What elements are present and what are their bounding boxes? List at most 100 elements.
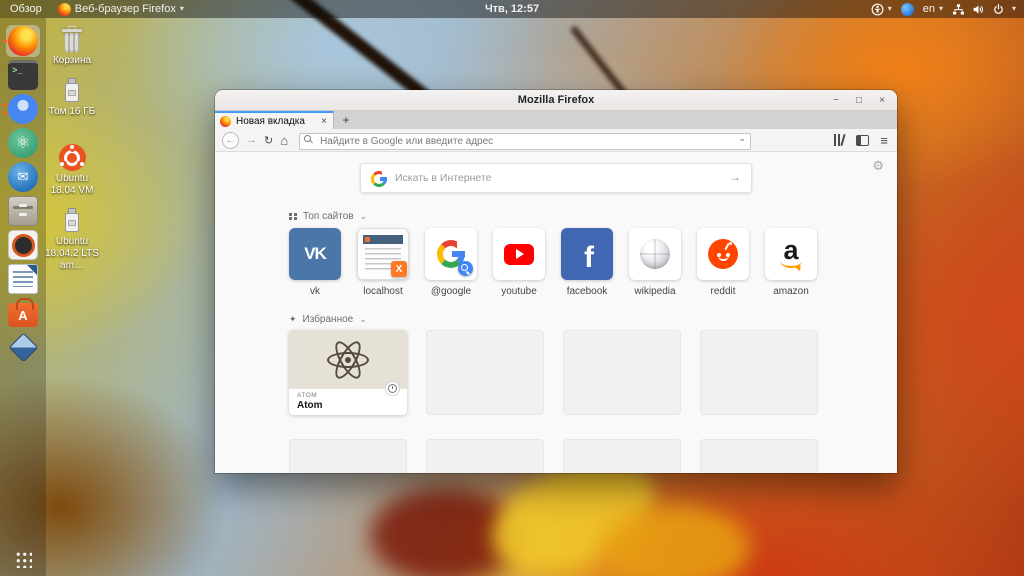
topsite-tile-amazon[interactable]: a [765,228,817,280]
files-icon [8,196,38,226]
maximize-button[interactable]: □ [852,94,866,108]
running-indicator [3,110,7,115]
topsite-tile-reddit[interactable] [697,228,749,280]
keyboard-layout-menu[interactable]: en ▾ [923,3,943,15]
rhythmbox-icon [8,230,38,260]
show-applications-button[interactable] [0,546,46,572]
tab-bar: Новая вкладка × + [215,111,897,129]
highlights-header-label: Избранное [302,314,354,325]
system-menu[interactable]: ▾ [952,3,1016,16]
topsite-tile-localhost[interactable]: X [357,228,409,280]
xampp-icon: X [391,261,407,277]
dock-item-rhythmbox[interactable] [3,228,43,262]
topsites-grid-icon [289,212,297,221]
chevron-down-icon: ▾ [1011,4,1016,13]
clock[interactable]: Чтв, 12:57 [485,3,539,15]
dock-item-thunderbird[interactable]: ✉ [3,160,43,194]
card-domain: ATOM [297,392,318,399]
reload-button[interactable]: ↻ [264,134,273,147]
empty-card [700,330,818,415]
trash-icon [60,26,84,53]
topsite-tile-facebook[interactable]: f [561,228,613,280]
empty-card [289,439,407,473]
google-logo-icon [371,171,387,187]
accessibility-menu[interactable]: ▾ [871,3,892,16]
dock-item-libreoffice-writer[interactable] [3,262,43,296]
empty-card [426,330,544,415]
desktop-icon-ubuntu-iso[interactable]: Ubuntu 18.04.2 LTS am… [44,208,100,271]
highlight-card-atom[interactable]: ATOM Atom [289,330,407,415]
history-badge-icon [385,381,400,396]
search-icon [304,134,312,142]
card-title: Atom [297,400,323,411]
topsite-label: vk [310,286,320,297]
running-indicator [3,103,7,108]
tab-close-icon[interactable]: × [320,116,328,127]
tab-new-tab[interactable]: Новая вкладка × [215,111,334,129]
highlights-section-header[interactable]: ✦ Избранное ⌄ [289,314,367,325]
sidebar-icon[interactable] [856,134,870,146]
status-orb-icon[interactable] [900,2,914,16]
chromium-icon [8,94,38,124]
dock-item-atom[interactable]: ⚛ [3,126,43,160]
chevron-down-icon: ▾ [938,4,943,13]
reddit-icon [708,239,738,269]
terminal-icon: >_ [8,60,38,90]
running-indicator [3,39,7,43]
dock-item-files[interactable] [3,194,43,228]
forward-button[interactable]: → [246,134,257,146]
dock-item-chromium[interactable] [3,92,43,126]
wallpaper-leaf [600,505,750,576]
topsite-tile-youtube[interactable] [493,228,545,280]
empty-card [563,330,681,415]
newtab-search-input[interactable] [395,164,715,192]
dock: >_ ⚛ ✉ A [0,18,46,576]
chevron-down-icon: ▾ [887,4,892,13]
topsite-label: facebook [566,286,608,297]
network-icon [952,3,965,15]
tab-title: Новая вкладка [236,115,305,127]
dock-item-firefox[interactable] [3,24,43,58]
card-thumbnail [289,330,407,389]
window-titlebar[interactable]: Mozilla Firefox − □ × [215,90,897,111]
desktop-icon-trash[interactable]: Корзина [44,26,100,67]
desktop-icon-volume[interactable]: Том 16 ГБ [44,78,100,118]
atom-logo-icon [326,337,370,382]
urlbar-dropdown-icon[interactable]: ⌄ [739,133,747,144]
navigation-toolbar: ← → ↻ ⌂ ⌄ ≡ [215,129,897,152]
desktop-icon-ubuntu-vm[interactable]: Ubuntu 18.04 VM [44,144,100,197]
topsites-section-header[interactable]: Топ сайтов ⌄ [289,211,367,222]
dock-item-virtualbox[interactable] [3,330,43,364]
home-button[interactable]: ⌂ [280,133,288,148]
dock-item-terminal[interactable]: >_ [3,58,43,92]
libreoffice-writer-icon [8,264,38,294]
topsite-tile-vk[interactable]: VK [289,228,341,280]
power-icon [994,3,1003,14]
firefox-window: Mozilla Firefox − □ × Новая вкладка × + … [215,90,897,473]
empty-card [700,439,818,473]
highlights-icon: ✦ [289,314,297,324]
usb-drive-icon [64,78,80,104]
library-icon[interactable] [833,133,847,147]
new-tab-page: ⚙ → Топ сайтов ⌄ VK X f a [215,152,897,473]
topsite-label: wikipedia [634,286,676,297]
search-submit-icon[interactable]: → [729,170,741,184]
topsite-label: localhost [363,286,403,297]
close-button[interactable]: × [875,94,889,108]
topsite-tile-google[interactable] [425,228,477,280]
url-bar-input[interactable] [299,132,752,150]
minimize-button[interactable]: − [829,94,843,108]
dock-item-ubuntu-software[interactable]: A [3,296,43,330]
empty-card [426,439,544,473]
topsite-label: @google [430,286,472,297]
tab-favicon [220,115,231,127]
back-button[interactable]: ← [222,131,239,149]
gear-icon[interactable]: ⚙ [872,159,884,172]
new-tab-button[interactable]: + [334,111,358,129]
wikipedia-globe-icon [640,239,670,269]
topsite-tile-wikipedia[interactable] [629,228,681,280]
menu-icon[interactable]: ≡ [880,133,888,148]
ubuntu-logo-icon [58,144,86,171]
ubuntu-software-icon: A [8,298,38,327]
keyboard-layout-label: en [922,3,935,15]
